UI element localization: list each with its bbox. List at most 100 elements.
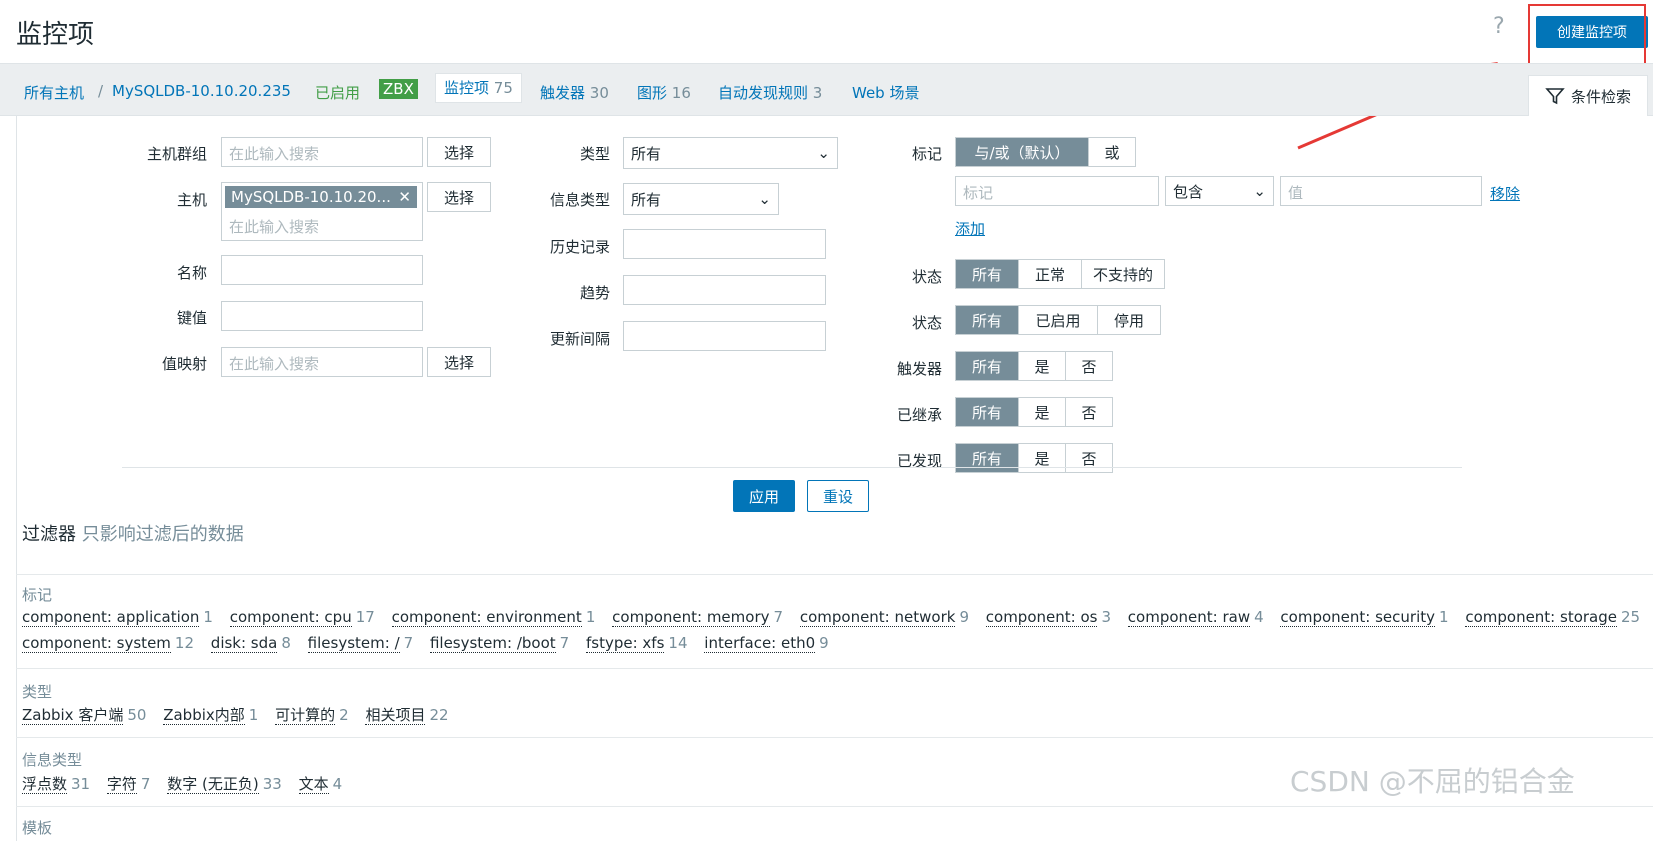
- subfilter-tag[interactable]: filesystem: /boot 7: [429, 634, 569, 653]
- subfilter-tag[interactable]: component: storage 25: [1465, 608, 1640, 627]
- subfilter-tag-name[interactable]: component: memory: [612, 608, 770, 627]
- subfilter-type-name[interactable]: 相关项目: [365, 706, 426, 725]
- subfilter-tag-name[interactable]: component: application: [22, 608, 200, 627]
- state-all-option[interactable]: 所有: [956, 260, 1018, 288]
- subfilter-tag-name[interactable]: filesystem: /boot: [429, 634, 556, 653]
- subfilter-tag[interactable]: component: system 12: [22, 634, 194, 653]
- tag-operator-select[interactable]: 包含 ⌄: [1165, 176, 1274, 206]
- info-type-select[interactable]: 所有 ⌄: [623, 183, 779, 215]
- host-group-input[interactable]: 在此输入搜索: [221, 137, 423, 167]
- subfilter-tag-name[interactable]: component: cpu: [229, 608, 352, 627]
- tab-items[interactable]: 监控项 75: [435, 73, 522, 103]
- apply-button[interactable]: 应用: [733, 480, 795, 512]
- triggers-all-option[interactable]: 所有: [956, 352, 1018, 380]
- chip-close-icon[interactable]: ✕: [398, 188, 411, 206]
- value-map-input[interactable]: 在此输入搜索: [221, 347, 423, 377]
- name-input[interactable]: [221, 255, 423, 285]
- type-label: 类型: [579, 145, 610, 163]
- status-disabled-option[interactable]: 停用: [1097, 306, 1160, 334]
- subfilter-tag-name[interactable]: interface: eth0: [704, 634, 816, 653]
- triggers-yes-option[interactable]: 是: [1018, 352, 1065, 380]
- tab-graphs[interactable]: 图形 16: [637, 82, 691, 103]
- tag-name-input[interactable]: 标记: [955, 176, 1159, 206]
- host-select-button[interactable]: 选择: [427, 182, 491, 212]
- subfilter-tag[interactable]: interface: eth0 9: [704, 634, 829, 653]
- state-unsupported-option[interactable]: 不支持的: [1081, 260, 1164, 288]
- subfilter-tag-name[interactable]: component: raw: [1127, 608, 1251, 627]
- inherited-all-option[interactable]: 所有: [956, 398, 1018, 426]
- host-multiselect[interactable]: MySQLDB-10.10.20... ✕ 在此输入搜索: [221, 182, 423, 241]
- tag-remove-link[interactable]: 移除: [1490, 183, 1520, 204]
- value-map-select-button[interactable]: 选择: [427, 347, 491, 377]
- type-select[interactable]: 所有 ⌄: [623, 137, 838, 169]
- subfilter-type-name[interactable]: 可计算的: [275, 706, 336, 725]
- host-group-select-button[interactable]: 选择: [427, 137, 491, 167]
- subfilter-tag[interactable]: component: security 1: [1280, 608, 1449, 627]
- tag-add-link[interactable]: 添加: [955, 218, 985, 239]
- subfilter-type[interactable]: 相关项目 22: [365, 706, 449, 725]
- subfilter-info-type[interactable]: 字符 7: [106, 775, 150, 794]
- subfilter-type-name[interactable]: Zabbix 客户端: [22, 706, 124, 725]
- subfilter-tag-name[interactable]: component: security: [1280, 608, 1435, 627]
- history-input[interactable]: [623, 229, 826, 259]
- subfilter-types-heading: 类型: [22, 683, 53, 701]
- tags-and-or-option[interactable]: 与/或（默认）: [956, 138, 1088, 166]
- subfilter-tag-name[interactable]: filesystem: /: [307, 634, 400, 653]
- subfilter-tag[interactable]: filesystem: /7: [307, 634, 413, 653]
- triggers-toggle[interactable]: 所有 是 否: [955, 351, 1113, 381]
- subfilter-tag[interactable]: component: network 9: [799, 608, 969, 627]
- subfilter-tag-name[interactable]: component: storage: [1465, 608, 1617, 627]
- host-search-placeholder[interactable]: 在此输入搜索: [229, 216, 319, 237]
- breadcrumb-host[interactable]: MySQLDB-10.10.20.235: [112, 82, 291, 100]
- host-status-enabled[interactable]: 已启用: [315, 82, 360, 103]
- subfilter-info-type[interactable]: 浮点数 31: [22, 775, 90, 794]
- subfilter-tag[interactable]: component: os 3: [985, 608, 1111, 627]
- subfilter-info-type-name[interactable]: 字符: [106, 775, 137, 794]
- inherited-yes-option[interactable]: 是: [1018, 398, 1065, 426]
- breadcrumb-all-hosts[interactable]: 所有主机: [24, 82, 84, 103]
- subfilter-tag-name[interactable]: component: network: [799, 608, 956, 627]
- subfilter-tag-name[interactable]: component: environment: [391, 608, 582, 627]
- subfilter-tag[interactable]: component: raw 4: [1127, 608, 1264, 627]
- help-icon[interactable]: ?: [1493, 14, 1505, 39]
- subfilter-type[interactable]: Zabbix内部 1: [163, 706, 258, 725]
- subfilter-tag[interactable]: component: memory 7: [612, 608, 783, 627]
- subfilter-info-type[interactable]: 文本 4: [298, 775, 342, 794]
- reset-button[interactable]: 重设: [807, 480, 869, 512]
- subfilter-info-type-name[interactable]: 浮点数: [22, 775, 68, 794]
- subfilter-tag[interactable]: component: environment 1: [391, 608, 595, 627]
- subfilter-tag[interactable]: fstype: xfs 14: [586, 634, 688, 653]
- subfilter-tag[interactable]: disk: sda 8: [210, 634, 291, 653]
- status-all-option[interactable]: 所有: [956, 306, 1018, 334]
- subfilter-type-name[interactable]: Zabbix内部: [163, 706, 245, 725]
- tab-web-scenarios[interactable]: Web 场景: [852, 82, 919, 103]
- tags-evaltype-toggle[interactable]: 与/或（默认） 或: [955, 137, 1136, 167]
- subfilter-info-type[interactable]: 数字 (无正负) 33: [167, 775, 282, 794]
- tab-triggers[interactable]: 触发器 30: [540, 82, 609, 103]
- key-input[interactable]: [221, 301, 423, 331]
- status-toggle[interactable]: 所有 已启用 停用: [955, 305, 1161, 335]
- discovered-toggle[interactable]: 所有 是 否: [955, 443, 1113, 473]
- subfilter-tag[interactable]: component: cpu 17: [229, 608, 375, 627]
- subfilter-info-type-name[interactable]: 数字 (无正负): [167, 775, 259, 794]
- filter-tab[interactable]: 条件检索: [1528, 75, 1648, 116]
- subfilter-tag-name[interactable]: fstype: xfs: [586, 634, 665, 653]
- triggers-no-option[interactable]: 否: [1065, 352, 1112, 380]
- tag-value-input[interactable]: 值: [1280, 176, 1482, 206]
- subfilter-tag-name[interactable]: disk: sda: [210, 634, 278, 653]
- update-interval-input[interactable]: [623, 321, 826, 351]
- subfilter-type[interactable]: Zabbix 客户端 50: [22, 706, 146, 725]
- tab-discovery-rules[interactable]: 自动发现规则 3: [718, 82, 822, 103]
- tags-or-option[interactable]: 或: [1088, 138, 1135, 166]
- state-toggle[interactable]: 所有 正常 不支持的: [955, 259, 1165, 289]
- status-enabled-option[interactable]: 已启用: [1018, 306, 1097, 334]
- subfilter-info-type-name[interactable]: 文本: [298, 775, 329, 794]
- subfilter-tag[interactable]: component: application 1: [22, 608, 213, 627]
- inherited-no-option[interactable]: 否: [1065, 398, 1112, 426]
- inherited-toggle[interactable]: 所有 是 否: [955, 397, 1113, 427]
- subfilter-tag-name[interactable]: component: os: [985, 608, 1098, 627]
- state-normal-option[interactable]: 正常: [1018, 260, 1081, 288]
- subfilter-type[interactable]: 可计算的 2: [275, 706, 349, 725]
- subfilter-tag-name[interactable]: component: system: [22, 634, 171, 653]
- trends-input[interactable]: [623, 275, 826, 305]
